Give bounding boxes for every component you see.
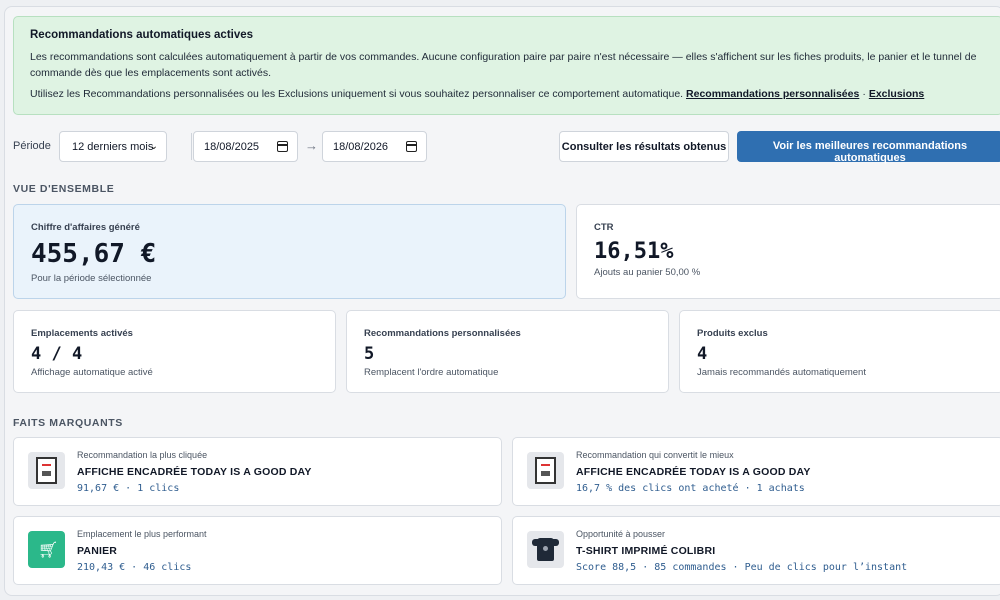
poster-icon <box>535 457 556 484</box>
highlight-kicker: Recommandation la plus cliquée <box>77 450 208 460</box>
revenue-sub: Pour la période sélectionnée <box>31 273 152 284</box>
banner-text-2: Utilisez les Recommandations personnalis… <box>30 88 684 100</box>
overview-section-title: VUE D'ENSEMBLE <box>13 183 115 195</box>
slot-thumbnail: 🛒︎ <box>28 531 65 568</box>
highlight-name: AFFICHE ENCADRÉE TODAY IS A GOOD DAY <box>77 466 312 478</box>
custom-value: 5 <box>364 344 375 364</box>
product-thumbnail <box>527 531 564 568</box>
revenue-label: Chiffre d'affaires généré <box>31 222 140 233</box>
exclusions-link[interactable]: Exclusions <box>869 88 924 100</box>
date-from-input[interactable]: 18/08/2025 <box>193 131 298 162</box>
highlight-card-opportunity[interactable]: Opportunité à pousser T-SHIRT IMPRIMÉ CO… <box>512 516 1000 585</box>
highlight-name: AFFICHE ENCADRÉE TODAY IS A GOOD DAY <box>576 466 811 478</box>
filter-bar: Période 12 derniers mois ⌄ 18/08/2025 → … <box>13 131 1000 164</box>
highlight-card-best-conversion[interactable]: Recommandation qui convertit le mieux AF… <box>512 437 1000 506</box>
tshirt-icon <box>532 538 559 561</box>
period-select[interactable]: 12 derniers mois ⌄ <box>59 131 167 162</box>
calendar-icon[interactable] <box>406 141 417 152</box>
highlight-kicker: Emplacement le plus performant <box>77 529 207 539</box>
slots-sub: Affichage automatique activé <box>31 367 153 378</box>
custom-recommendations-link[interactable]: Recommandations personnalisées <box>686 88 859 100</box>
product-thumbnail <box>28 452 65 489</box>
date-to-input[interactable]: 18/08/2026 <box>322 131 427 162</box>
ctr-card: CTR 16,51% Ajouts au panier 50,00 % <box>576 204 1000 299</box>
highlight-meta: 16,7 % des clics ont acheté · 1 achats <box>576 483 805 494</box>
highlight-name: T-SHIRT IMPRIMÉ COLIBRI <box>576 545 716 557</box>
highlight-name: PANIER <box>77 545 118 557</box>
highlights-section-title: FAITS MARQUANTS <box>13 417 123 429</box>
consult-results-button[interactable]: Consulter les résultats obtenus <box>559 131 729 162</box>
period-label: Période <box>13 140 51 152</box>
date-to-value: 18/08/2026 <box>333 141 389 153</box>
divider <box>191 133 192 160</box>
slots-label: Emplacements activés <box>31 328 133 339</box>
excluded-sub: Jamais recommandés automatiquement <box>697 367 866 378</box>
date-from-value: 18/08/2025 <box>204 141 260 153</box>
link-separator: · <box>862 88 866 100</box>
custom-sub: Remplacent l'ordre automatique <box>364 367 499 378</box>
revenue-card: Chiffre d'affaires généré 455,67 € Pour … <box>13 204 566 299</box>
arrow-right-icon: → <box>305 138 318 153</box>
excluded-value: 4 <box>697 344 708 364</box>
highlight-meta: 210,43 € · 46 clics <box>77 562 192 573</box>
chevron-down-icon: ⌄ <box>149 141 158 152</box>
best-recommendations-button[interactable]: Voir les meilleures recommandations auto… <box>737 131 1000 164</box>
slots-card: Emplacements activés 4 / 4 Affichage aut… <box>13 310 336 393</box>
excluded-products-card: Produits exclus 4 Jamais recommandés aut… <box>679 310 1000 393</box>
poster-icon <box>36 457 57 484</box>
slots-value: 4 / 4 <box>31 344 83 364</box>
custom-label: Recommandations personnalisées <box>364 328 521 339</box>
banner-text-secondary: Utilisez les Recommandations personnalis… <box>30 88 986 100</box>
calendar-icon[interactable] <box>277 141 288 152</box>
excluded-label: Produits exclus <box>697 328 768 339</box>
ctr-label: CTR <box>594 222 614 233</box>
ctr-sub: Ajouts au panier 50,00 % <box>594 267 701 278</box>
ctr-value: 16,51% <box>594 239 674 264</box>
cart-icon: 🛒︎ <box>38 542 59 559</box>
custom-recommendations-card: Recommandations personnalisées 5 Remplac… <box>346 310 669 393</box>
banner-title: Recommandations automatiques actives <box>30 29 254 41</box>
revenue-value: 455,67 € <box>31 239 157 269</box>
highlight-card-most-clicked[interactable]: Recommandation la plus cliquée AFFICHE E… <box>13 437 502 506</box>
product-thumbnail <box>527 452 564 489</box>
highlight-kicker: Recommandation qui convertit le mieux <box>576 450 734 460</box>
highlight-card-best-slot[interactable]: 🛒︎ Emplacement le plus performant PANIER… <box>13 516 502 585</box>
banner-text: Les recommandations sont calculées autom… <box>30 51 977 79</box>
period-select-value: 12 derniers mois <box>72 141 154 153</box>
highlight-kicker: Opportunité à pousser <box>576 529 666 539</box>
highlight-meta: Score 88,5 · 85 commandes · Peu de clics… <box>576 562 908 573</box>
info-banner: Recommandations automatiques actives Les… <box>13 16 1000 115</box>
highlight-meta: 91,67 € · 1 clics <box>77 483 180 494</box>
